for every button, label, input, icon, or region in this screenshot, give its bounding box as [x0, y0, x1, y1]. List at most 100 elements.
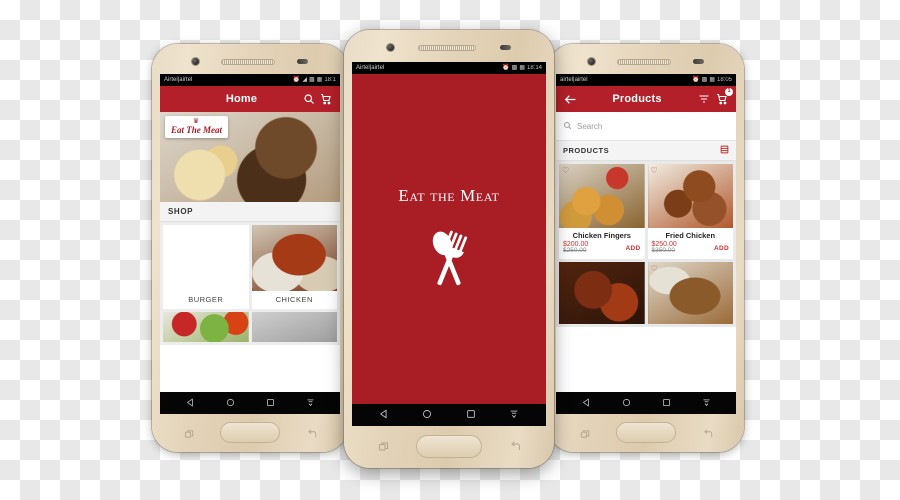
- home-icon[interactable]: [422, 406, 432, 424]
- category-image: [163, 312, 249, 342]
- cart-badge: 1: [725, 87, 733, 96]
- search-input[interactable]: Search: [577, 122, 602, 131]
- category-card-4[interactable]: [251, 312, 337, 342]
- recents-hardware-icon[interactable]: [378, 440, 390, 458]
- add-button[interactable]: ADD: [626, 245, 641, 252]
- grid-view-icon[interactable]: [720, 145, 729, 156]
- back-hardware-icon[interactable]: [510, 440, 522, 458]
- battery-icon: ▦: [316, 77, 323, 83]
- cart-icon[interactable]: [318, 92, 333, 107]
- earpiece-speaker: [418, 44, 476, 51]
- phone-right-hardware-top: [548, 58, 744, 65]
- battery-icon: ▦: [709, 77, 715, 83]
- heart-icon[interactable]: ♡: [651, 167, 658, 175]
- cart-icon[interactable]: 1: [714, 87, 733, 107]
- proximity-sensor-icon: [500, 45, 511, 50]
- back-icon[interactable]: [186, 394, 195, 412]
- app-logo: ♛ Eat The Meat: [165, 116, 228, 138]
- status-icons: ⏰ ▩ ▦ 18:14: [502, 65, 542, 71]
- phone-center: Airtel|airtel ⏰ ▩ ▦ 18:14 Eat the Meat: [344, 30, 554, 468]
- product-image: ♡: [559, 164, 645, 228]
- products-list-header: PRODUCTS: [556, 141, 736, 161]
- page-title: Products: [612, 93, 662, 105]
- keyboard-hide-icon[interactable]: [509, 406, 519, 424]
- recents-hardware-icon[interactable]: [184, 427, 195, 445]
- wifi-icon: ◢: [302, 77, 307, 83]
- scene-canvas: Airtel|airtel ⏰ ◢ ▩ ▦ 18:1 Home ♛ Eat Th…: [0, 0, 900, 500]
- alarm-icon: ⏰: [292, 77, 301, 83]
- category-card-chicken[interactable]: CHICKEN: [251, 225, 337, 309]
- section-title-shop: SHOP: [160, 202, 340, 222]
- front-camera-icon: [588, 58, 595, 65]
- back-icon[interactable]: [582, 394, 591, 412]
- phone-left-hardware-top: [152, 58, 348, 65]
- product-price-row: $250.00 $350.00 ADD: [648, 241, 734, 259]
- android-nav-bar-left: [160, 392, 340, 414]
- alarm-icon: ⏰: [502, 65, 510, 71]
- hamburger-icon[interactable]: [167, 92, 182, 107]
- clock-label: 18:1: [324, 77, 336, 83]
- status-icons: ⏰ ▩ ▦ 18:05: [692, 77, 732, 83]
- phone-center-hardware-top: [344, 44, 554, 51]
- heart-icon[interactable]: ♡: [651, 265, 658, 273]
- proximity-sensor-icon: [693, 59, 704, 64]
- physical-home-button-right[interactable]: [616, 422, 676, 443]
- status-bar-left: Airtel|airtel ⏰ ◢ ▩ ▦ 18:1: [160, 74, 340, 86]
- heart-icon[interactable]: ♡: [562, 167, 569, 175]
- product-old-price: $350.00: [651, 247, 676, 255]
- category-image: [163, 225, 249, 291]
- category-card-3[interactable]: [163, 312, 249, 342]
- alarm-icon: ⏰: [692, 77, 700, 83]
- status-icons: ⏰ ◢ ▩ ▦ 18:1: [293, 77, 336, 83]
- product-image: [559, 262, 645, 325]
- carrier-label: Airtel|airtel: [164, 77, 193, 83]
- product-grid: ♡ Chicken Fingers $200.00 $250.00 ADD ♡: [556, 161, 736, 328]
- status-bar-right: airtel|airtel ⏰ ▩ ▦ 18:05: [556, 74, 736, 86]
- physical-home-button-center[interactable]: [416, 435, 482, 458]
- recents-icon[interactable]: [266, 394, 275, 412]
- proximity-sensor-icon: [297, 59, 308, 64]
- home-icon[interactable]: [226, 394, 235, 412]
- recents-icon[interactable]: [662, 394, 671, 412]
- search-icon[interactable]: [301, 92, 316, 107]
- category-image: [251, 312, 337, 342]
- signal-icon: ▩: [511, 65, 518, 71]
- product-card[interactable]: [559, 262, 645, 325]
- carrier-label: Airtel|airtel: [356, 65, 385, 71]
- filter-icon[interactable]: [696, 92, 711, 107]
- category-grid: BURGER CHICKEN: [160, 222, 340, 345]
- product-card[interactable]: ♡: [647, 262, 733, 325]
- product-name: Fried Chicken: [665, 231, 716, 240]
- product-image: ♡: [647, 164, 733, 228]
- category-label: BURGER: [188, 295, 224, 304]
- recents-icon[interactable]: [466, 406, 476, 424]
- add-button[interactable]: ADD: [714, 245, 729, 252]
- product-prices: $200.00 $250.00: [563, 241, 588, 255]
- keyboard-hide-icon[interactable]: [702, 394, 711, 412]
- product-card[interactable]: ♡ Chicken Fingers $200.00 $250.00 ADD: [559, 164, 645, 260]
- back-hardware-icon[interactable]: [703, 427, 714, 445]
- product-image: ♡: [647, 262, 733, 325]
- search-icon: [563, 117, 572, 135]
- category-card-burger[interactable]: BURGER: [163, 225, 249, 309]
- phone-left-screen: Airtel|airtel ⏰ ◢ ▩ ▦ 18:1 Home ♛ Eat Th…: [160, 74, 340, 414]
- back-icon[interactable]: [379, 406, 389, 424]
- android-nav-bar-center: [352, 404, 546, 426]
- logo-text: Eat The Meat: [171, 125, 222, 135]
- home-icon[interactable]: [622, 394, 631, 412]
- front-camera-icon: [192, 58, 199, 65]
- back-arrow-icon[interactable]: [563, 92, 578, 107]
- battery-icon: ▦: [519, 65, 525, 71]
- hero-banner[interactable]: ♛ Eat The Meat: [160, 112, 340, 202]
- product-card[interactable]: ♡ Fried Chicken $250.00 $350.00 ADD: [647, 164, 734, 260]
- recents-hardware-icon[interactable]: [580, 427, 591, 445]
- product-price-row: $200.00 $250.00 ADD: [559, 241, 645, 259]
- search-bar[interactable]: Search: [556, 112, 736, 141]
- physical-home-button-left[interactable]: [220, 422, 280, 443]
- earpiece-speaker: [617, 58, 671, 65]
- product-prices: $250.00 $350.00: [652, 241, 677, 255]
- back-hardware-icon[interactable]: [307, 427, 318, 445]
- signal-icon: ▩: [701, 77, 708, 83]
- keyboard-hide-icon[interactable]: [306, 394, 315, 412]
- android-nav-bar-right: [556, 392, 736, 414]
